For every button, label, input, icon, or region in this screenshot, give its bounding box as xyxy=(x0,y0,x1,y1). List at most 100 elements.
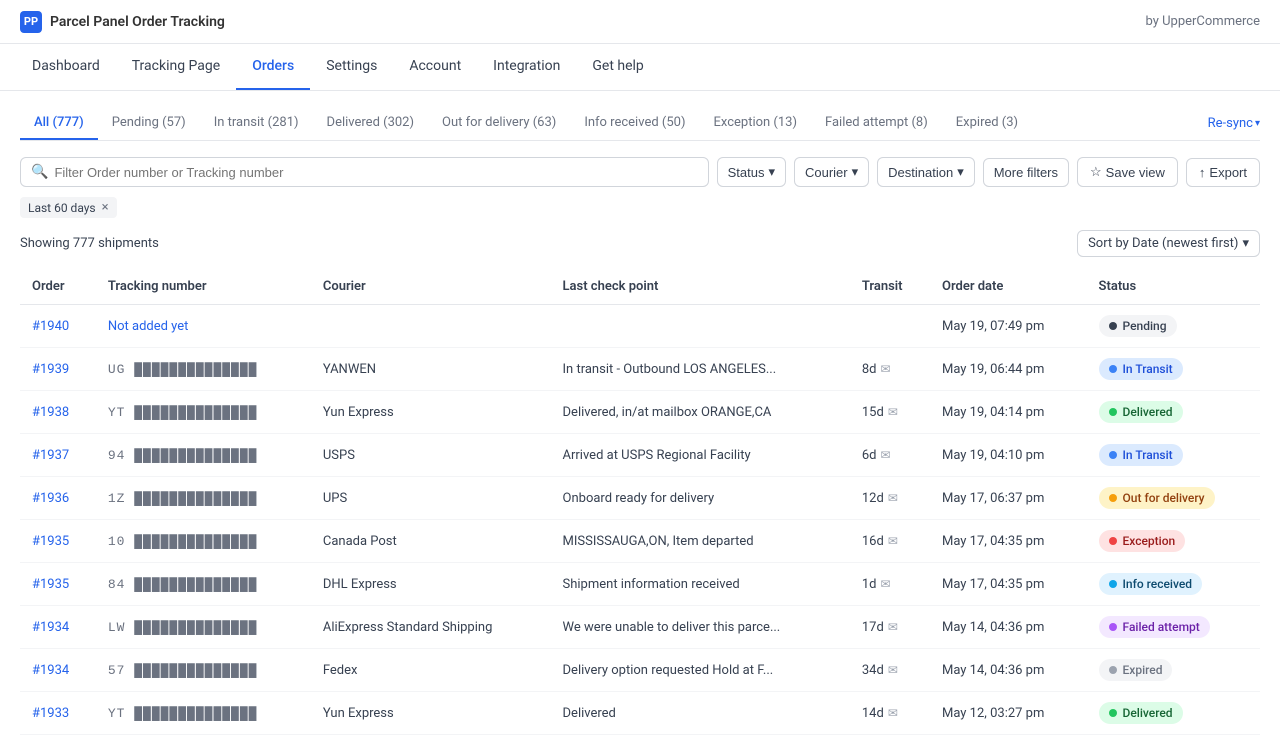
destination-filter-button[interactable]: Destination ▾ xyxy=(877,157,975,187)
active-filters: Last 60 days × xyxy=(20,197,1260,218)
status-badge: In Transit xyxy=(1099,358,1183,380)
nav-settings[interactable]: Settings xyxy=(310,44,393,90)
mail-icon: ✉ xyxy=(881,362,891,376)
status-label: In Transit xyxy=(1123,448,1173,462)
order-link[interactable]: #1934 xyxy=(32,663,69,678)
tab-out-for-delivery[interactable]: Out for delivery (63) xyxy=(428,107,570,140)
status-dot xyxy=(1109,365,1117,373)
order-date-cell: May 19, 04:14 pm xyxy=(930,391,1087,434)
mail-icon: ✉ xyxy=(888,534,898,548)
nav-dashboard[interactable]: Dashboard xyxy=(16,44,116,90)
save-view-label: Save view xyxy=(1106,165,1165,180)
status-cell: Pending xyxy=(1087,305,1260,348)
tab-info-received[interactable]: Info received (50) xyxy=(570,107,699,140)
status-label: Delivered xyxy=(1123,706,1173,720)
order-link[interactable]: #1940 xyxy=(32,319,69,334)
transit-cell xyxy=(850,305,930,348)
upload-icon: ↑ xyxy=(1199,165,1206,180)
status-filter-button[interactable]: Status ▾ xyxy=(717,157,786,187)
tracking-number[interactable]: 84 ██████████████ xyxy=(108,577,258,592)
tracking-number[interactable]: 57 ██████████████ xyxy=(108,663,258,678)
status-label: Pending xyxy=(1123,319,1167,333)
checkpoint-cell: Onboard ready for delivery xyxy=(551,477,850,520)
status-badge: Expired xyxy=(1099,659,1173,681)
order-link[interactable]: #1934 xyxy=(32,620,69,635)
more-filters-button[interactable]: More filters xyxy=(983,158,1069,187)
col-order-date: Order date xyxy=(930,269,1087,305)
sort-select[interactable]: Sort by Date (newest first) ▾ xyxy=(1077,230,1260,257)
col-tracking: Tracking number xyxy=(96,269,311,305)
order-link[interactable]: #1936 xyxy=(32,491,69,506)
tab-failed-attempt[interactable]: Failed attempt (8) xyxy=(811,107,942,140)
nav-integration[interactable]: Integration xyxy=(477,44,576,90)
nav-get-help[interactable]: Get help xyxy=(576,44,659,90)
tab-in-transit[interactable]: In transit (281) xyxy=(200,107,313,140)
checkpoint-cell: In transit - Outbound LOS ANGELES... xyxy=(551,348,850,391)
resync-label: Re-sync xyxy=(1208,116,1253,131)
order-link[interactable]: #1935 xyxy=(32,577,69,592)
star-icon: ☆ xyxy=(1090,164,1102,180)
transit-info: 12d ✉ xyxy=(862,491,918,506)
tab-exception[interactable]: Exception (13) xyxy=(699,107,811,140)
transit-info: 1d ✉ xyxy=(862,577,918,592)
tracking-number[interactable]: UG ██████████████ xyxy=(108,362,258,377)
tracking-link[interactable]: Not added yet xyxy=(108,319,189,334)
table-meta: Showing 777 shipments Sort by Date (newe… xyxy=(20,230,1260,257)
transit-cell: 15d ✉ xyxy=(850,391,930,434)
status-badge: Pending xyxy=(1099,315,1177,337)
tracking-number[interactable]: YT ██████████████ xyxy=(108,405,258,420)
tab-all[interactable]: All (777) xyxy=(20,107,98,140)
order-link[interactable]: #1933 xyxy=(32,706,69,721)
mail-icon: ✉ xyxy=(888,706,898,720)
save-view-button[interactable]: ☆ Save view xyxy=(1077,157,1178,187)
main-content: All (777) Pending (57) In transit (281) … xyxy=(0,91,1280,751)
tracking-number[interactable]: 1Z ██████████████ xyxy=(108,491,258,506)
courier-cell: AliExpress Standard Shipping xyxy=(311,606,551,649)
status-cell: Expired xyxy=(1087,649,1260,692)
search-input[interactable] xyxy=(54,165,697,180)
table-row: #193457 ██████████████FedexDelivery opti… xyxy=(20,649,1260,692)
search-box[interactable]: 🔍 xyxy=(20,157,709,187)
sort-label: Sort by Date (newest first) xyxy=(1088,236,1238,251)
status-label: Info received xyxy=(1123,577,1192,591)
tracking-number[interactable]: YT ██████████████ xyxy=(108,706,258,721)
resync-button[interactable]: Re-sync ▾ xyxy=(1208,107,1260,140)
nav-account[interactable]: Account xyxy=(393,44,477,90)
tab-pending[interactable]: Pending (57) xyxy=(98,107,200,140)
status-label: In Transit xyxy=(1123,362,1173,376)
status-filter-label: Status xyxy=(728,165,765,180)
export-button[interactable]: ↑ Export xyxy=(1186,158,1260,187)
order-link[interactable]: #1939 xyxy=(32,362,69,377)
order-link[interactable]: #1935 xyxy=(32,534,69,549)
tab-expired[interactable]: Expired (3) xyxy=(942,107,1032,140)
status-badge: Failed attempt xyxy=(1099,616,1210,638)
courier-cell xyxy=(311,305,551,348)
nav-orders[interactable]: Orders xyxy=(236,44,310,90)
remove-date-filter-icon[interactable]: × xyxy=(102,200,109,215)
col-order: Order xyxy=(20,269,96,305)
courier-cell: UPS xyxy=(311,477,551,520)
transit-cell: 16d ✉ xyxy=(850,520,930,563)
tab-delivered[interactable]: Delivered (302) xyxy=(313,107,428,140)
search-icon: 🔍 xyxy=(31,164,48,180)
courier-filter-button[interactable]: Courier ▾ xyxy=(794,157,869,187)
nav-tracking-page[interactable]: Tracking Page xyxy=(116,44,236,90)
tracking-number[interactable]: 10 ██████████████ xyxy=(108,534,258,549)
table-row: #1933 YT ██████████████ Yun Express Deliver… xyxy=(20,692,1260,735)
order-tabs: All (777) Pending (57) In transit (281) … xyxy=(20,107,1260,141)
status-dot xyxy=(1109,709,1117,717)
status-badge: Out for delivery xyxy=(1099,487,1215,509)
transit-cell: 14d ✉ xyxy=(850,692,930,735)
order-link[interactable]: #1938 xyxy=(32,405,69,420)
export-label: Export xyxy=(1209,165,1247,180)
courier-cell: Yun Express xyxy=(311,692,551,735)
order-link[interactable]: #1937 xyxy=(32,448,69,463)
transit-cell: 1d ✉ xyxy=(850,563,930,606)
courier-filter-chevron-icon: ▾ xyxy=(852,164,859,180)
table-row: #1936 1Z ██████████████ UPSOnboard ready f… xyxy=(20,477,1260,520)
transit-info: 34d ✉ xyxy=(862,663,918,678)
status-dot xyxy=(1109,451,1117,459)
status-cell: Info received xyxy=(1087,563,1260,606)
tracking-number[interactable]: 94 ██████████████ xyxy=(108,448,258,463)
tracking-number[interactable]: LW ██████████████ xyxy=(108,620,258,635)
